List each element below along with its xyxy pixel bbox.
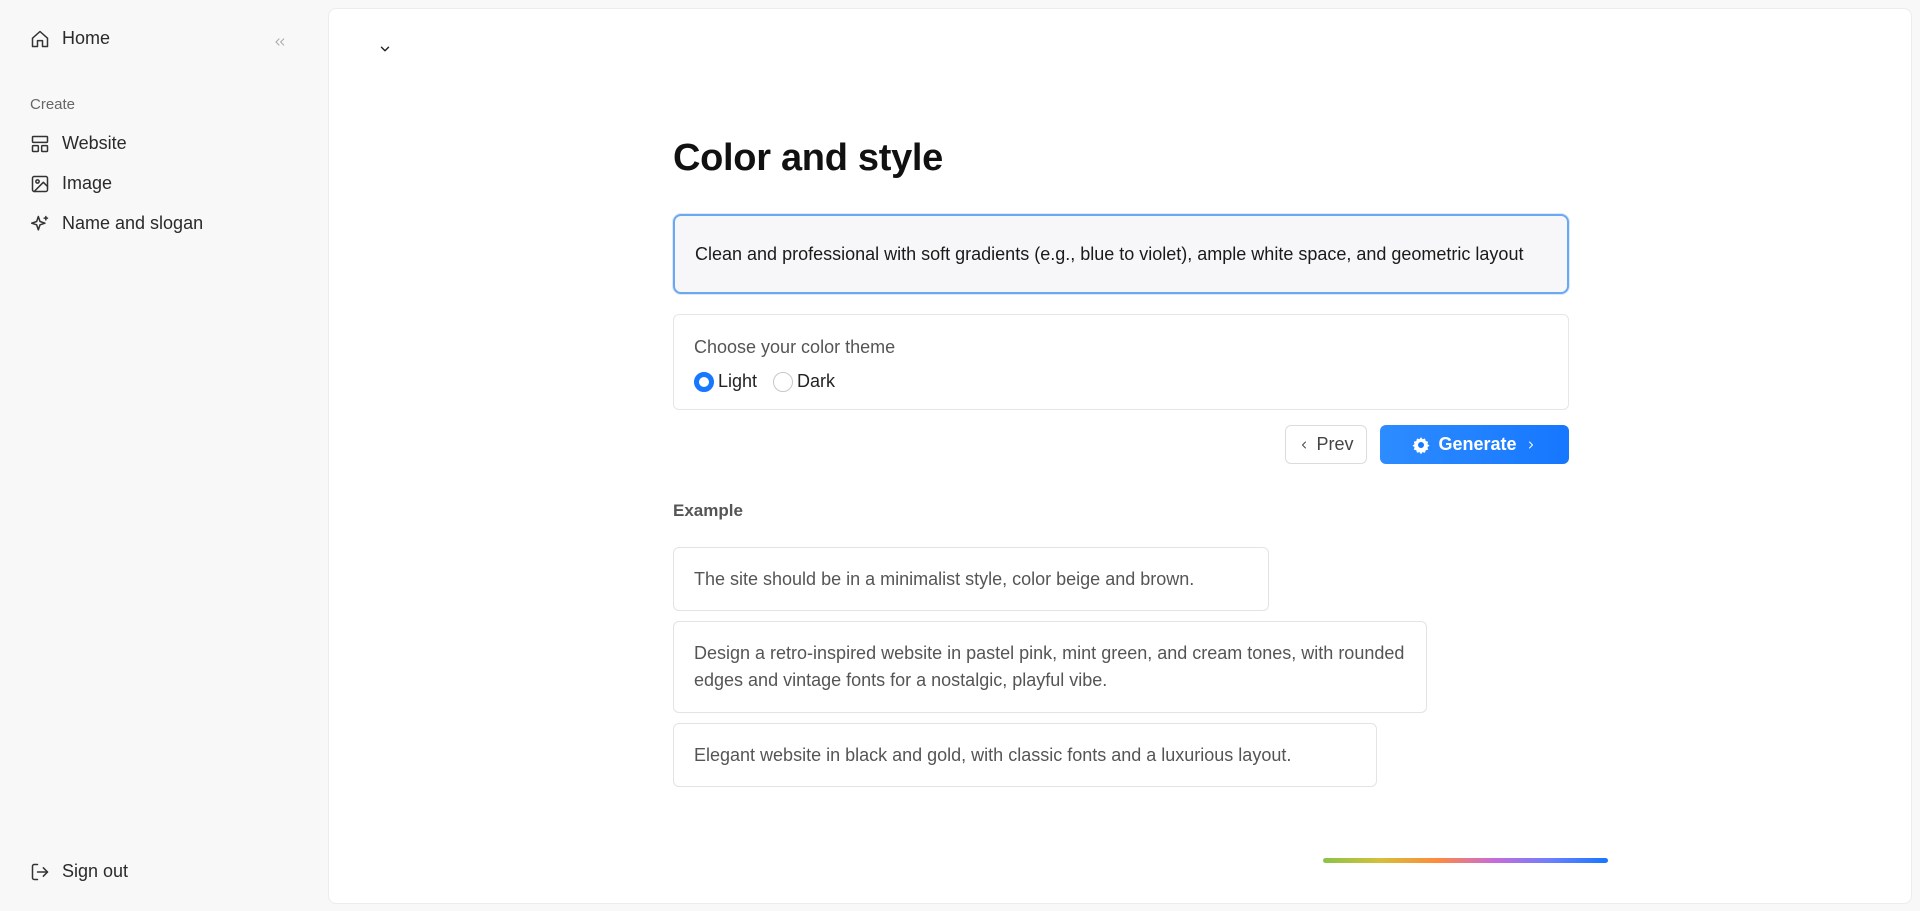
prev-button-label: Prev: [1316, 434, 1354, 454]
sidebar-item-label: Website: [62, 133, 127, 153]
sidebar-item-website[interactable]: Website: [30, 133, 127, 154]
example-text: Elegant website in black and gold, with …: [694, 744, 1292, 765]
collapse-sidebar-button[interactable]: [270, 30, 290, 54]
gear-icon: [1412, 436, 1431, 454]
main-panel: Color and style Choose your color theme …: [328, 8, 1912, 904]
theme-option-light[interactable]: Light: [694, 371, 757, 392]
sign-out-label: Sign out: [62, 861, 129, 881]
sidebar-item-label: Name and slogan: [62, 213, 204, 233]
generate-button-label: Generate: [1438, 434, 1517, 454]
example-card[interactable]: Elegant website in black and gold, with …: [673, 723, 1377, 787]
layout-icon: [31, 135, 49, 152]
dropdown-toggle[interactable]: [375, 39, 395, 59]
home-icon: [31, 30, 49, 47]
prev-button[interactable]: Prev: [1285, 425, 1367, 464]
sidebar: Home Create Website Image Name and sloga…: [0, 0, 328, 911]
radio-checked[interactable]: [694, 371, 714, 392]
sidebar-item-label: Home: [62, 28, 111, 48]
theme-option-dark[interactable]: Dark: [773, 371, 835, 392]
sidebar-item-name-and-slogan[interactable]: Name and slogan: [30, 213, 203, 234]
chevrons-left-icon: [275, 38, 285, 46]
image-icon: [31, 175, 49, 192]
action-buttons: Prev Generate: [673, 425, 1569, 465]
style-prompt-input[interactable]: [695, 243, 1547, 265]
color-theme-radio-group: Light Dark: [694, 371, 851, 392]
log-out-icon: [31, 863, 49, 880]
example-text: Design a retro-inspired website in paste…: [694, 643, 1405, 690]
example-text: The site should be in a minimalist style…: [694, 568, 1195, 589]
sign-out-button[interactable]: Sign out: [30, 861, 128, 882]
sidebar-item-home[interactable]: Home: [30, 28, 110, 49]
sparkles-icon: [30, 215, 49, 231]
theme-option-label: Light: [718, 371, 758, 391]
example-heading: Example: [673, 501, 743, 520]
radio-unchecked[interactable]: [773, 371, 794, 392]
create-section-label: Create: [30, 96, 76, 113]
gradient-progress-bar: [1323, 858, 1608, 863]
theme-option-label: Dark: [797, 371, 836, 391]
chevron-right-icon: [1528, 441, 1533, 448]
example-card[interactable]: The site should be in a minimalist style…: [673, 547, 1269, 611]
example-card[interactable]: Design a retro-inspired website in paste…: [673, 621, 1427, 713]
page-title: Color and style: [673, 137, 943, 179]
chevron-left-icon: [1302, 441, 1307, 448]
style-prompt-box[interactable]: [673, 214, 1569, 294]
generate-button[interactable]: Generate: [1380, 425, 1569, 464]
sidebar-item-image[interactable]: Image: [30, 173, 112, 194]
chevron-down-icon: [380, 46, 390, 52]
color-theme-label: Choose your color theme: [694, 337, 896, 357]
color-theme-box: Choose your color theme Light Dark: [673, 314, 1569, 410]
sidebar-item-label: Image: [62, 173, 113, 193]
